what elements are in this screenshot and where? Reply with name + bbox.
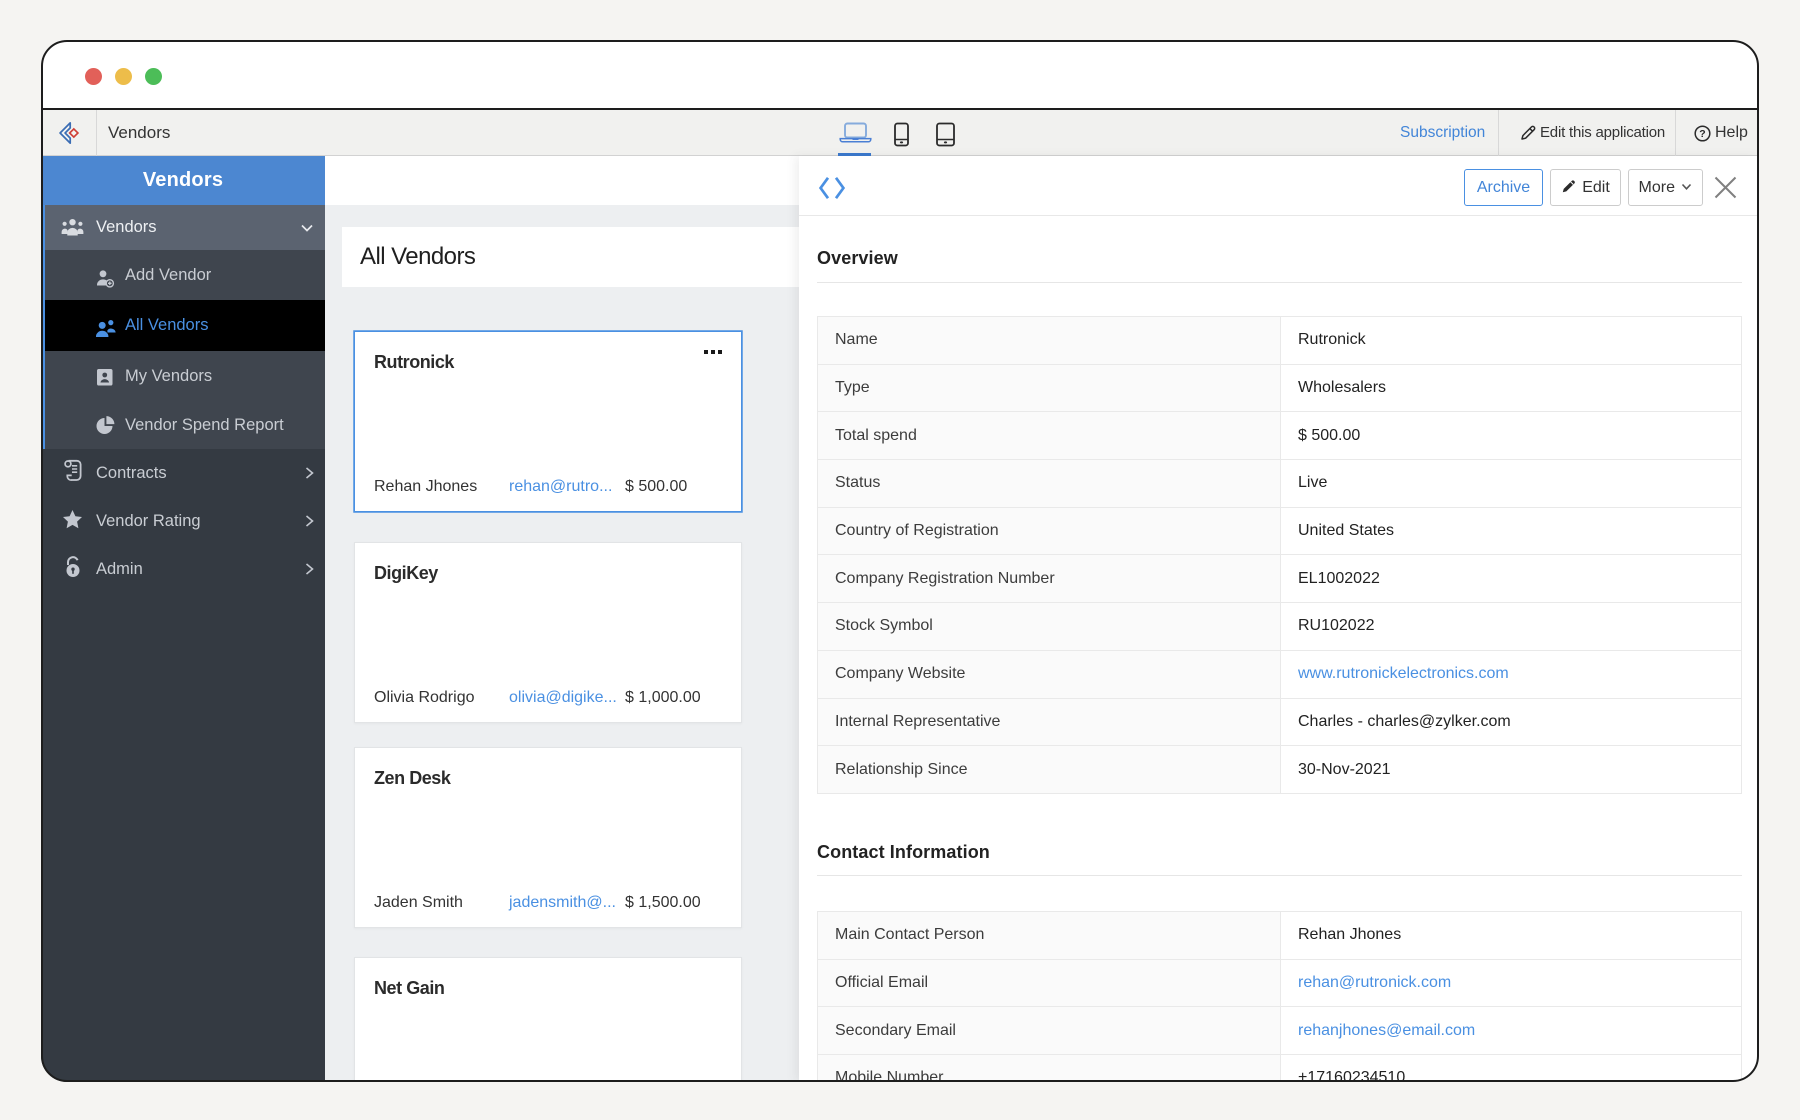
svg-text:?: ? (1699, 128, 1705, 140)
